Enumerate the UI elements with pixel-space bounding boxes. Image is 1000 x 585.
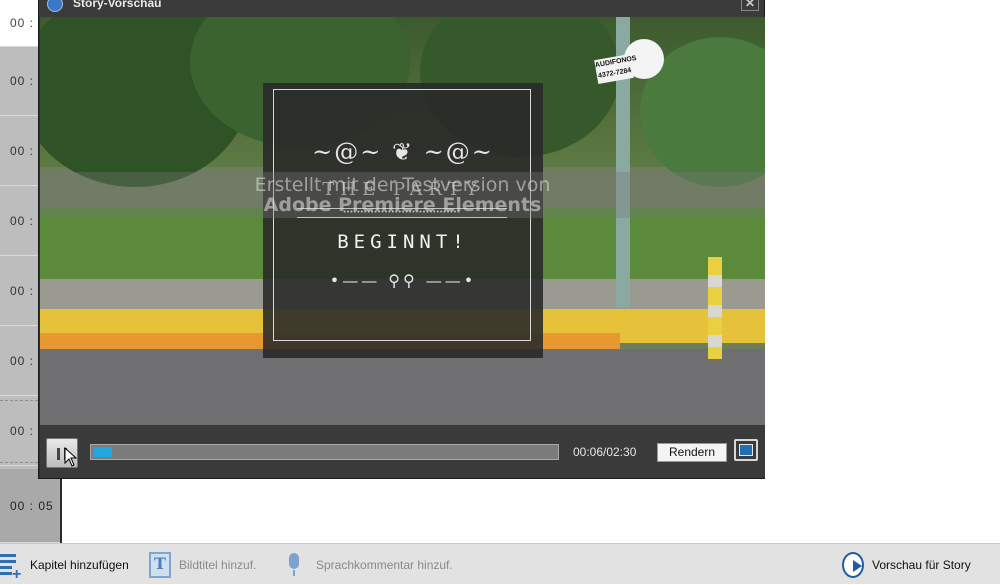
ornament-bottom: •—— ⚲⚲ ——• — [329, 271, 477, 290]
timeline-time-label: 00 : 05 — [10, 498, 54, 513]
timeline-time-label: 00 : — [10, 284, 35, 298]
time-display: 00:06/02:30 — [573, 445, 637, 459]
timeline-time-label: 00 : — [10, 214, 35, 228]
add-title-label: Bildtitel hinzuf. — [179, 557, 257, 572]
add-voiceover-label: Sprachkommentar hinzuf. — [316, 557, 453, 572]
progress-bar[interactable] — [90, 444, 559, 460]
timeline-row: 00 : 05 — [0, 469, 60, 543]
watermark-line-1: Erstellt mit der Testversion von — [254, 174, 551, 196]
story-preview-button[interactable]: Vorschau für Story — [842, 544, 971, 585]
microphone-icon — [286, 552, 308, 578]
add-chapter-button[interactable]: + Kapitel hinzufügen — [0, 544, 129, 585]
playback-controls: 00:06/02:30 Rendern — [40, 425, 765, 478]
timeline-time-label: 00 : — [10, 16, 35, 30]
trial-watermark: Erstellt mit der Testversion von Adobe P… — [40, 172, 765, 218]
add-title-button[interactable]: T Bildtitel hinzuf. — [149, 544, 256, 585]
story-preview-label: Vorschau für Story — [872, 557, 971, 572]
ornament-top: ~@~ ❦ ~@~ — [312, 138, 494, 166]
timeline-divider — [0, 462, 38, 463]
play-circle-icon — [842, 551, 864, 578]
timeline-time-label: 00 : — [10, 144, 35, 158]
timeline-divider — [0, 400, 38, 401]
render-button[interactable]: Rendern — [657, 443, 727, 462]
video-road — [40, 349, 765, 425]
window-title: Story-Vorschau — [73, 0, 162, 10]
add-chapter-icon: + — [0, 552, 22, 583]
app-logo-icon — [47, 0, 63, 12]
timeline-time-label: 00 : — [10, 74, 35, 88]
video-bollard — [708, 257, 722, 359]
pause-icon — [57, 448, 60, 460]
timeline-time-label: 00 : — [10, 354, 35, 368]
story-preview-window: Story-Vorschau ✕ AUDIFONOS 4372-7284 ~@~… — [38, 0, 765, 479]
window-titlebar[interactable]: Story-Vorschau ✕ — [39, 0, 764, 17]
watermark-line-2: Adobe Premiere Elements — [263, 194, 542, 216]
fullscreen-icon — [739, 444, 753, 456]
fullscreen-button[interactable] — [734, 439, 758, 461]
title-card-begin-text: BEGINNT! — [337, 231, 469, 253]
progress-fill — [93, 447, 112, 457]
add-voiceover-button[interactable]: Sprachkommentar hinzuf. — [286, 544, 453, 585]
title-card: ~@~ ❦ ~@~ THE PARTY ••••••••••••••••••••… — [263, 83, 543, 358]
video-canvas[interactable]: AUDIFONOS 4372-7284 ~@~ ❦ ~@~ THE PARTY … — [40, 17, 765, 425]
text-title-icon: T — [149, 551, 171, 578]
mouse-cursor-icon — [64, 447, 78, 467]
close-icon[interactable]: ✕ — [741, 0, 759, 11]
add-chapter-label: Kapitel hinzufügen — [30, 557, 129, 572]
bottom-toolbar: + Kapitel hinzufügen T Bildtitel hinzuf.… — [0, 543, 1000, 584]
timeline-time-label: 00 : — [10, 424, 35, 438]
